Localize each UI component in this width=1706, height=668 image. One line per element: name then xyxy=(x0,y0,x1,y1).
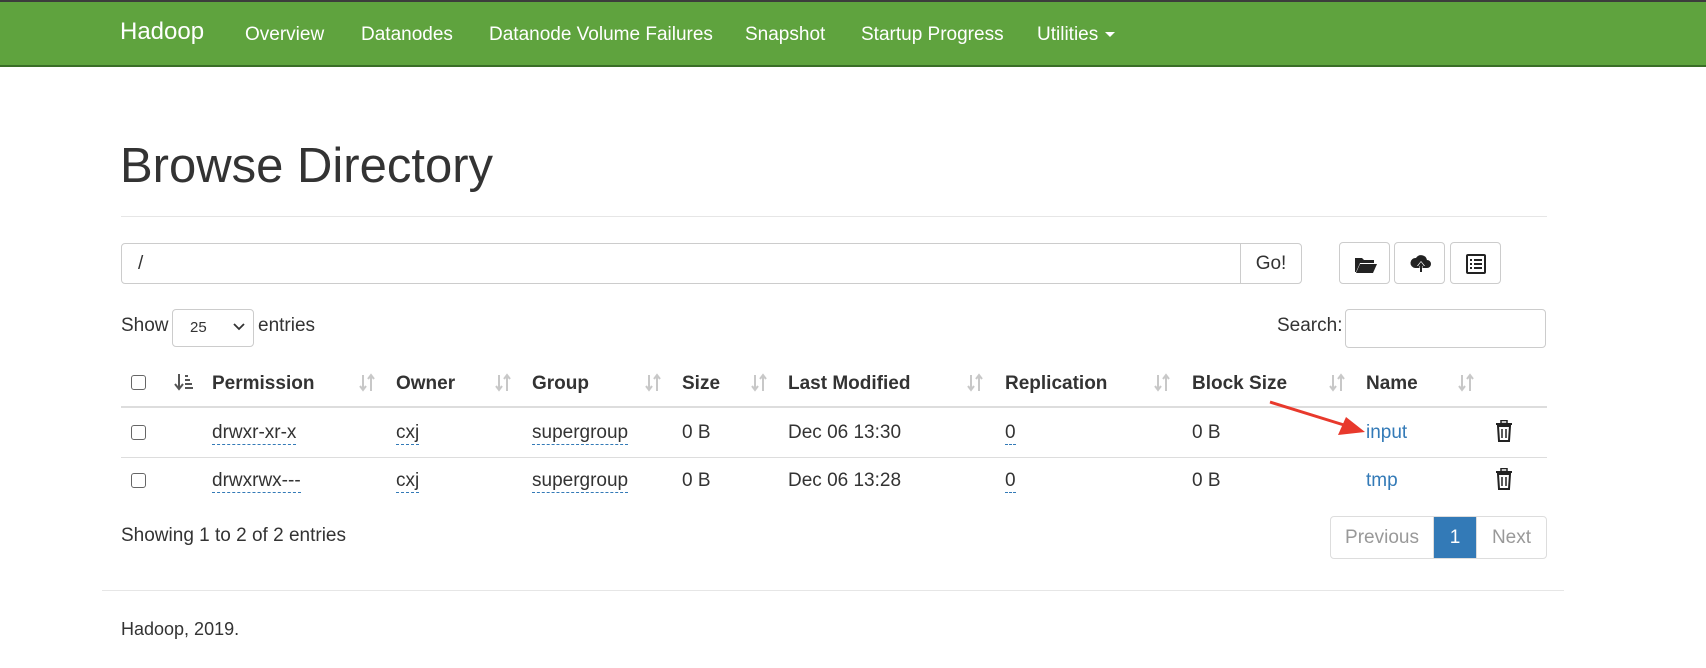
table-info: Showing 1 to 2 of 2 entries xyxy=(121,525,346,546)
column-header-permission[interactable]: Permission xyxy=(212,373,314,395)
select-all-checkbox[interactable] xyxy=(131,375,146,390)
name-link-input[interactable]: input xyxy=(1366,422,1407,444)
nav-datanode-volume-failures[interactable]: Datanode Volume Failures xyxy=(489,24,713,46)
column-header-replication[interactable]: Replication xyxy=(1005,373,1107,395)
folder-open-icon xyxy=(1355,258,1377,273)
replication-cell[interactable]: 0 xyxy=(1005,470,1016,493)
page-1-button[interactable]: 1 xyxy=(1434,517,1476,558)
row-divider xyxy=(121,457,1547,458)
entries-label: entries xyxy=(258,315,316,336)
last-modified-cell: Dec 06 13:30 xyxy=(788,422,902,443)
search-label: Search: xyxy=(1277,315,1343,336)
cloud-upload-icon xyxy=(1410,255,1431,272)
nav-overview[interactable]: Overview xyxy=(245,24,324,46)
name-link-tmp[interactable]: tmp xyxy=(1366,470,1398,492)
search-input[interactable] xyxy=(1345,309,1546,348)
entries-per-page-select[interactable]: 25 xyxy=(172,309,254,347)
row-select-checkbox[interactable] xyxy=(131,425,146,440)
permission-cell[interactable]: drwxrwx--- xyxy=(212,470,301,493)
header-divider xyxy=(121,216,1547,217)
nav-utilities-dropdown[interactable]: Utilities xyxy=(1037,24,1116,46)
sort-icon[interactable] xyxy=(644,373,662,393)
column-header-last-modified[interactable]: Last Modified xyxy=(788,373,910,395)
directory-path-input[interactable] xyxy=(121,243,1241,284)
pagination: Previous 1 Next xyxy=(1330,516,1547,559)
navbar: Hadoop Overview Datanodes Datanode Volum… xyxy=(0,0,1706,67)
sort-icon[interactable] xyxy=(494,373,512,393)
sort-icon[interactable] xyxy=(1457,373,1475,393)
sort-icon[interactable] xyxy=(1153,373,1171,393)
page-title: Browse Directory xyxy=(120,139,494,193)
upload-files-button[interactable] xyxy=(1394,242,1445,284)
block-size-cell: 0 B xyxy=(1192,422,1221,443)
block-size-cell: 0 B xyxy=(1192,470,1221,491)
chevron-down-icon xyxy=(233,323,245,331)
sort-icon[interactable] xyxy=(750,373,768,393)
permission-cell[interactable]: drwxr-xr-x xyxy=(212,422,297,445)
cut-paste-button[interactable] xyxy=(1450,242,1501,284)
group-cell[interactable]: supergroup xyxy=(532,422,629,445)
caret-down-icon xyxy=(1105,32,1116,38)
sort-icon[interactable] xyxy=(358,373,376,393)
sort-icon[interactable] xyxy=(1328,373,1346,393)
column-header-owner[interactable]: Owner xyxy=(396,373,455,395)
list-alt-icon xyxy=(1466,254,1486,274)
row-select-checkbox[interactable] xyxy=(131,473,146,488)
trash-icon[interactable] xyxy=(1495,420,1513,442)
create-directory-button[interactable] xyxy=(1339,242,1390,284)
last-modified-cell: Dec 06 13:28 xyxy=(788,470,902,491)
trash-icon[interactable] xyxy=(1495,468,1513,490)
sort-icon[interactable] xyxy=(966,373,984,393)
nav-snapshot[interactable]: Snapshot xyxy=(745,24,825,46)
column-header-group[interactable]: Group xyxy=(532,373,589,395)
show-label: Show xyxy=(121,315,169,336)
go-button[interactable]: Go! xyxy=(1240,243,1302,284)
footer-text: Hadoop, 2019. xyxy=(121,619,240,639)
footer-divider xyxy=(102,590,1564,591)
size-cell: 0 B xyxy=(682,470,711,491)
replication-cell[interactable]: 0 xyxy=(1005,422,1016,445)
brand-link[interactable]: Hadoop xyxy=(120,18,204,46)
nav-datanodes[interactable]: Datanodes xyxy=(361,24,453,46)
column-header-size[interactable]: Size xyxy=(682,373,720,395)
column-header-name[interactable]: Name xyxy=(1366,373,1418,395)
sort-amount-asc-icon[interactable] xyxy=(174,372,194,392)
previous-page-button[interactable]: Previous xyxy=(1331,517,1434,558)
size-cell: 0 B xyxy=(682,422,711,443)
column-header-block-size[interactable]: Block Size xyxy=(1192,373,1287,395)
next-page-button[interactable]: Next xyxy=(1476,517,1546,558)
owner-cell[interactable]: cxj xyxy=(396,470,420,493)
group-cell[interactable]: supergroup xyxy=(532,470,629,493)
entries-select-value: 25 xyxy=(190,319,207,336)
annotation-arrow-icon xyxy=(1269,400,1365,435)
nav-utilities-label: Utilities xyxy=(1037,24,1099,45)
nav-startup-progress[interactable]: Startup Progress xyxy=(861,24,1004,46)
owner-cell[interactable]: cxj xyxy=(396,422,420,445)
